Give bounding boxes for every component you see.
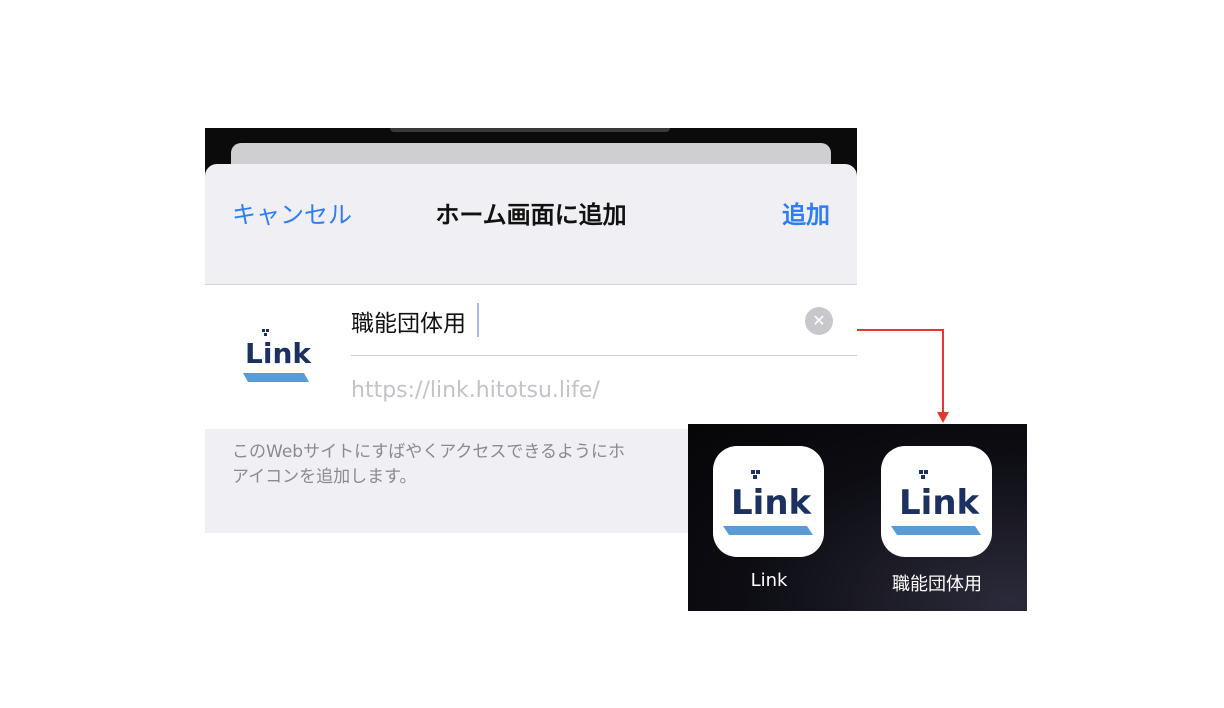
url-text: https://link.hitotsu.life/ xyxy=(351,378,600,403)
bookmark-card: Link ✕ https://link.hitotsu.life/ xyxy=(205,284,857,429)
home-screen-screenshot: Link Link Link 職能団体用 xyxy=(688,424,1027,611)
app-icon-shokunou[interactable]: Link 職能団体用 xyxy=(881,446,993,596)
app-label: 職能団体用 xyxy=(892,574,982,595)
sheet-nav-bar: キャンセル ホーム画面に追加 追加 xyxy=(205,164,857,284)
sheet-title: ホーム画面に追加 xyxy=(435,201,627,229)
app-icon-link[interactable]: Link Link xyxy=(713,446,825,591)
add-button[interactable]: 追加 xyxy=(782,195,830,230)
field-divider xyxy=(351,355,857,356)
clear-text-button[interactable]: ✕ xyxy=(805,307,833,335)
link-logo-icon: Link xyxy=(243,329,312,382)
link-logo-icon: Link xyxy=(891,470,981,535)
link-logo-text: Link xyxy=(899,483,981,523)
link-logo-icon: Link xyxy=(723,470,813,535)
app-label: Link xyxy=(750,570,788,591)
link-app-icon: Link xyxy=(881,446,992,557)
xmark-circle-icon: ✕ xyxy=(812,311,826,330)
link-app-icon: Link xyxy=(713,446,824,557)
name-input[interactable] xyxy=(351,303,801,339)
text-caret xyxy=(477,303,479,337)
status-bar-edge xyxy=(390,128,670,132)
link-logo-text: Link xyxy=(731,483,813,523)
link-logo-text: Link xyxy=(245,337,312,370)
